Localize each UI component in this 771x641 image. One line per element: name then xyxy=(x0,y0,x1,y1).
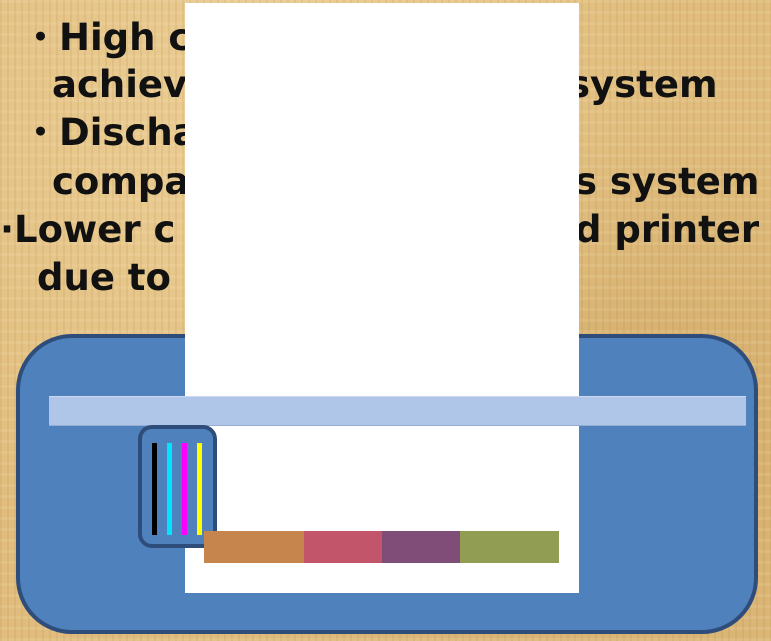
printed-swatch-orange xyxy=(204,531,304,563)
text-line-7: ·Lower c xyxy=(0,208,176,251)
printed-swatch-purple xyxy=(382,531,460,563)
carriage-rail xyxy=(49,396,746,426)
text-line-8: d printer xyxy=(575,208,760,251)
text-line-1: ・High c xyxy=(22,16,191,59)
printed-swatch-olive xyxy=(460,531,559,563)
text-line-3: system xyxy=(568,63,718,106)
text-line-9: due to xyxy=(37,256,171,299)
ink-line-black xyxy=(152,443,157,535)
text-line-2: achiev xyxy=(52,63,188,106)
ink-line-cyan xyxy=(167,443,172,535)
ink-line-yellow xyxy=(197,443,202,535)
text-line-4: ・Discha xyxy=(22,111,198,154)
printed-swatch-red xyxy=(304,531,382,563)
print-head xyxy=(138,425,217,548)
ink-line-magenta xyxy=(182,443,187,535)
paper-sheet xyxy=(185,3,579,593)
text-line-6: s system xyxy=(575,160,760,203)
text-line-5: compa xyxy=(52,160,190,203)
